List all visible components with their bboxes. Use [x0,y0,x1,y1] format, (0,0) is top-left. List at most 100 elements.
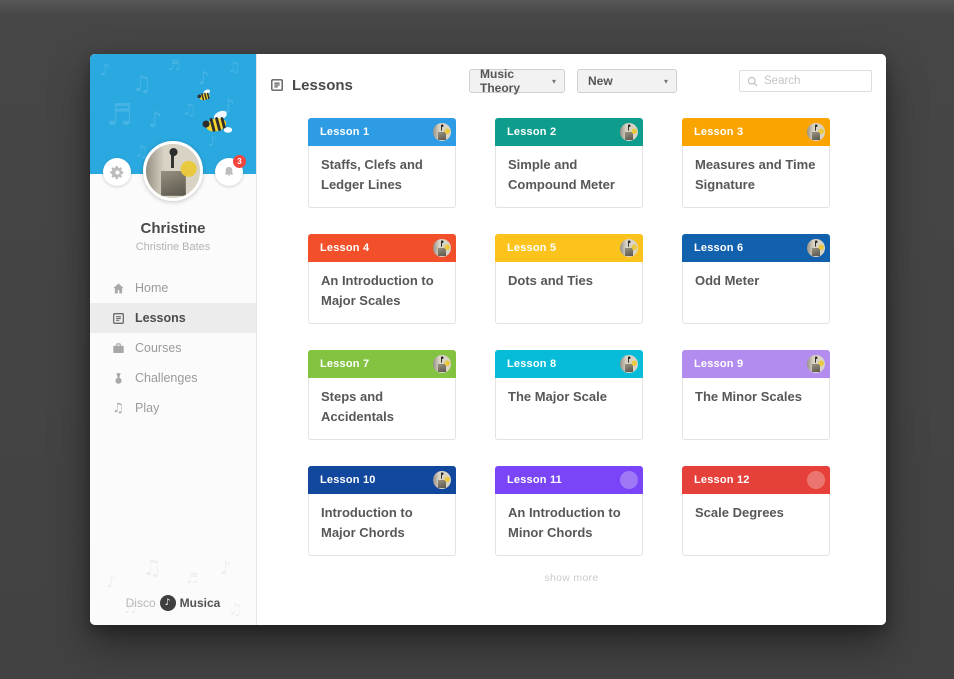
lesson-number-label: Lesson 5 [507,242,557,254]
bee-illustration [197,89,211,101]
lesson-title: Scale Degrees [682,494,830,556]
lesson-avatar [620,239,638,257]
lesson-card[interactable]: Lesson 4 An Introduction to Major Scales [308,234,456,324]
lesson-number-label: Lesson 10 [320,474,376,486]
sidebar-item-label: Challenges [135,371,198,385]
lesson-avatar [433,123,451,141]
lesson-title: Staffs, Clefs and Ledger Lines [308,146,456,208]
sidebar-item-label: Home [135,281,169,295]
lesson-card-header: Lesson 8 [495,350,643,378]
search-icon [747,76,758,86]
lesson-card[interactable]: Lesson 6 Odd Meter [682,234,830,324]
lesson-card-header: Lesson 12 [682,466,830,494]
lesson-avatar [620,123,638,141]
page-title-label: Lessons [292,76,353,94]
lesson-avatar [433,239,451,257]
settings-button[interactable] [103,158,131,186]
lesson-number-label: Lesson 2 [507,126,557,138]
lesson-avatar [807,123,825,141]
lesson-card[interactable]: Lesson 1 Staffs, Clefs and Ledger Lines [308,118,456,208]
lesson-card-header: Lesson 6 [682,234,830,262]
sidebar-item-label: Courses [135,341,182,355]
chevron-down-icon: ▾ [663,76,668,86]
lesson-number-label: Lesson 1 [320,126,370,138]
lesson-card-header: Lesson 4 [308,234,456,262]
sidebar-item-challenges[interactable]: Challenges [90,363,256,393]
sidebar: ♪ ♫ ♬ ♪ ♫ ♬ ♪ ♫ ♪ ♫ ♪ 3 Christine Christ… [90,54,257,625]
lesson-avatar [807,471,825,489]
music-note-icon: ♫ [112,400,124,416]
avatar-photo [146,144,200,198]
briefcase-icon [111,341,125,355]
lesson-card[interactable]: Lesson 9 The Minor Scales [682,350,830,440]
logo-text-musica: Musica [179,596,221,610]
lesson-title: An Introduction to Minor Chords [495,494,643,556]
bell-icon [224,166,234,177]
app-logo: Disco ♪ Musica [90,595,256,611]
sidebar-item-home[interactable]: Home [90,273,256,303]
home-icon [111,281,125,295]
lesson-title: Introduction to Major Chords [308,494,456,556]
lesson-avatar [433,355,451,373]
lessons-grid: Lesson 1 Staffs, Clefs and Ledger Lines … [308,118,833,556]
lesson-card[interactable]: Lesson 5 Dots and Ties [495,234,643,324]
sidebar-item-courses[interactable]: Courses [90,333,256,363]
sidebar-item-label: Lessons [135,311,186,325]
lesson-title: The Major Scale [495,378,643,440]
lesson-title: The Minor Scales [682,378,830,440]
sidebar-item-label: Play [135,401,160,415]
show-more-link[interactable]: show more [257,572,886,584]
lesson-card-header: Lesson 10 [308,466,456,494]
lesson-card[interactable]: Lesson 2 Simple and Compound Meter [495,118,643,208]
logo-text-disco: Disco [125,596,156,610]
notifications-button[interactable]: 3 [215,155,246,186]
app-window: ♪ ♫ ♬ ♪ ♫ ♬ ♪ ♫ ♪ ♫ ♪ 3 Christine Christ… [90,54,886,625]
lesson-card-header: Lesson 9 [682,350,830,378]
search-box[interactable] [739,70,872,92]
lesson-card[interactable]: Lesson 12 Scale Degrees [682,466,830,556]
lesson-avatar [807,355,825,373]
sidebar-item-play[interactable]: ♫ Play [90,393,256,423]
lesson-avatar [433,471,451,489]
lesson-title: Measures and Time Signature [682,146,830,208]
chevron-down-icon: ▾ [551,76,556,86]
lesson-number-label: Lesson 6 [694,242,744,254]
sort-filter-dropdown[interactable]: New ▾ [577,69,677,93]
lesson-title: Dots and Ties [495,262,643,324]
profile-name: Christine [140,220,206,237]
lesson-card-header: Lesson 2 [495,118,643,146]
lesson-card[interactable]: Lesson 7 Steps and Accidentals [308,350,456,440]
lesson-number-label: Lesson 12 [694,474,750,486]
medal-icon [111,371,125,385]
lesson-number-label: Lesson 8 [507,358,557,370]
bee-illustration [202,110,233,133]
sidebar-item-lessons[interactable]: Lessons [90,303,256,333]
lesson-title: Simple and Compound Meter [495,146,643,208]
lesson-card-header: Lesson 11 [495,466,643,494]
lesson-avatar [620,355,638,373]
profile-subtitle: Christine Bates [135,241,211,253]
lesson-card[interactable]: Lesson 11 An Introduction to Minor Chord… [495,466,643,556]
category-filter-dropdown[interactable]: Music Theory ▾ [469,67,565,95]
main-header: Lessons Music Theory ▾ New ▾ [257,54,886,116]
lesson-card-header: Lesson 3 [682,118,830,146]
lesson-avatar [620,471,638,489]
lesson-number-label: Lesson 4 [320,242,370,254]
lesson-number-label: Lesson 3 [694,126,744,138]
lesson-card[interactable]: Lesson 8 The Major Scale [495,350,643,440]
lesson-number-label: Lesson 11 [507,474,562,486]
lesson-card-header: Lesson 1 [308,118,456,146]
lesson-card[interactable]: Lesson 10 Introduction to Major Chords [308,466,456,556]
lesson-avatar [807,239,825,257]
lesson-card[interactable]: Lesson 3 Measures and Time Signature [682,118,830,208]
lessons-icon [111,311,125,325]
profile-avatar[interactable] [143,141,203,201]
sidebar-footer: ♪ ♫ ♬ ♪ ♬ ♫ Disco ♪ Musica [90,556,256,625]
lesson-card-header: Lesson 7 [308,350,456,378]
notification-count-badge: 3 [233,155,246,168]
sidebar-nav: Home Lessons Courses Challenges ♫ Play [90,273,256,423]
lesson-number-label: Lesson 7 [320,358,370,370]
search-input[interactable] [764,75,864,87]
lesson-title: Odd Meter [682,262,830,324]
lessons-icon [270,78,284,92]
